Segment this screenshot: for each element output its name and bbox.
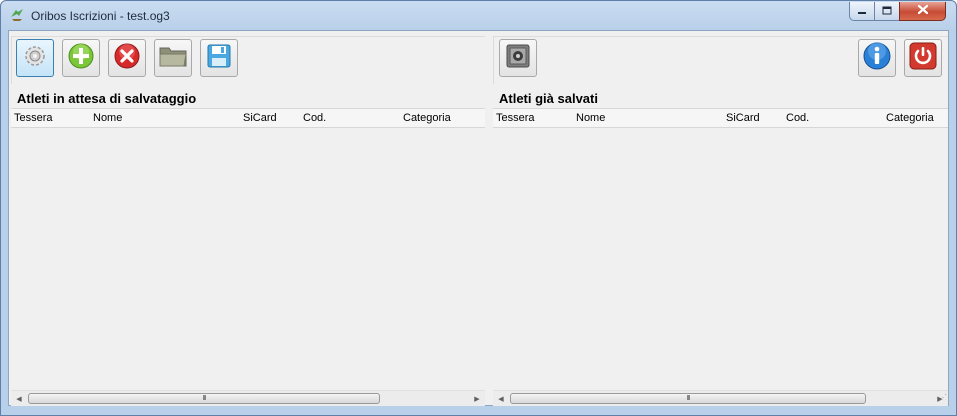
window-title: Oribos Iscrizioni - test.og3 [31, 9, 170, 23]
close-button[interactable] [899, 2, 946, 21]
minimize-icon [857, 2, 867, 20]
open-folder-button[interactable] [154, 39, 192, 77]
folder-icon [158, 43, 188, 74]
right-horizontal-scrollbar[interactable]: ◀ III ▶ [493, 390, 948, 406]
settings-button[interactable] [16, 39, 54, 77]
title-bar[interactable]: Oribos Iscrizioni - test.og3 [1, 1, 956, 31]
maximize-button[interactable] [874, 2, 900, 21]
pending-athletes-title: Atleti in attesa di salvataggio [17, 91, 197, 106]
column-header-tessera[interactable]: Tessera [496, 112, 535, 124]
column-header-categoria[interactable]: Categoria [886, 112, 934, 124]
table-header: Tessera Nome SiCard Cod. Categoria [493, 108, 948, 128]
scroll-left-arrow-icon[interactable]: ◀ [11, 391, 27, 406]
minimize-button[interactable] [849, 2, 875, 21]
scroll-left-arrow-icon[interactable]: ◀ [493, 391, 509, 406]
app-logo-icon [9, 7, 25, 23]
app-window: Oribos Iscrizioni - test.og3 Atleti in a… [0, 0, 957, 416]
safe-button[interactable] [499, 39, 537, 77]
power-button[interactable] [904, 39, 942, 77]
right-toolbar [493, 36, 948, 84]
floppy-icon [206, 43, 232, 74]
add-button[interactable] [62, 39, 100, 77]
close-icon [917, 2, 929, 20]
column-header-categoria[interactable]: Categoria [403, 112, 451, 124]
grip-marks: III [202, 395, 207, 402]
left-horizontal-scrollbar[interactable]: ◀ III ▶ [11, 390, 485, 406]
info-button[interactable] [858, 39, 896, 77]
delete-button[interactable] [108, 39, 146, 77]
info-icon [862, 41, 892, 76]
pending-athletes-table[interactable]: Tessera Nome SiCard Cod. Categoria [11, 108, 485, 391]
grip-marks: III [686, 395, 691, 402]
gear-icon [22, 43, 48, 74]
power-icon [908, 41, 938, 76]
saved-athletes-title: Atleti già salvati [499, 91, 598, 106]
main-content: Atleti in attesa di salvataggio Tessera … [8, 30, 949, 406]
column-header-tessera[interactable]: Tessera [14, 112, 53, 124]
maximize-icon [882, 2, 892, 20]
resize-grip-icon[interactable]: ⋰ [935, 392, 947, 404]
safe-icon [504, 42, 532, 75]
left-toolbar [11, 36, 485, 84]
scroll-right-arrow-icon[interactable]: ▶ [469, 391, 485, 406]
saved-athletes-table[interactable]: Tessera Nome SiCard Cod. Categoria [493, 108, 948, 391]
scroll-thumb[interactable]: III [28, 393, 380, 404]
scroll-thumb[interactable]: III [510, 393, 866, 404]
pending-athletes-pane: Atleti in attesa di salvataggio Tessera … [11, 36, 485, 406]
column-header-cod[interactable]: Cod. [303, 112, 326, 124]
plus-icon [67, 42, 95, 75]
column-header-cod[interactable]: Cod. [786, 112, 809, 124]
save-button[interactable] [200, 39, 238, 77]
saved-athletes-pane: Atleti già salvati Tessera Nome SiCard C… [493, 36, 948, 406]
column-header-nome[interactable]: Nome [93, 112, 122, 124]
column-header-sicard[interactable]: SiCard [243, 112, 277, 124]
column-header-nome[interactable]: Nome [576, 112, 605, 124]
x-icon [113, 42, 141, 75]
column-header-sicard[interactable]: SiCard [726, 112, 760, 124]
table-header: Tessera Nome SiCard Cod. Categoria [11, 108, 485, 128]
